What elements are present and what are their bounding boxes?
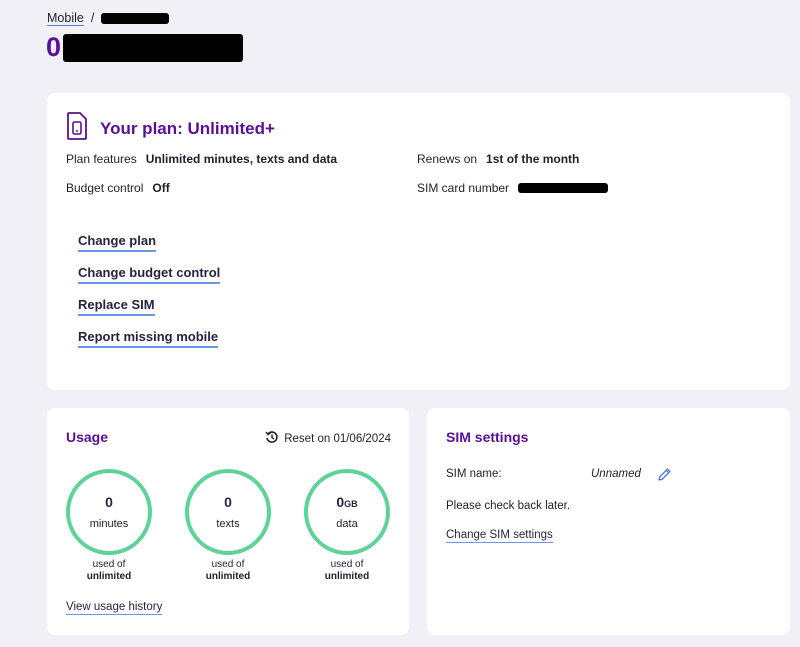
- budget-row: Budget control Off: [66, 181, 170, 195]
- minutes-value: 0: [105, 494, 113, 510]
- data-value: 0GB: [336, 494, 358, 510]
- sim-number-label: SIM card number: [417, 181, 510, 195]
- change-plan-link[interactable]: Change plan: [78, 233, 157, 252]
- texts-unit: texts: [216, 518, 240, 530]
- change-budget-control-link[interactable]: Change budget control: [78, 265, 221, 284]
- phone-icon: [66, 112, 88, 145]
- budget-label: Budget control: [66, 181, 144, 195]
- redacted-phone-number: [63, 33, 244, 62]
- sim-settings-card: SIM settings SIM name: Unnamed Please ch…: [427, 408, 790, 635]
- plan-features-label: Plan features: [66, 152, 137, 166]
- view-usage-history-link[interactable]: View usage history: [66, 601, 163, 615]
- data-unit: data: [336, 518, 358, 530]
- page-title: 0: [46, 32, 244, 63]
- plan-features-row: Plan features Unlimited minutes, texts a…: [66, 152, 337, 166]
- breadcrumb: Mobile /: [47, 11, 170, 25]
- texts-value: 0: [224, 494, 232, 510]
- reset-text: Reset on 01/06/2024: [284, 432, 391, 445]
- plan-header: Your plan: Unlimited+: [66, 112, 275, 145]
- reset-info: Reset on 01/06/2024: [265, 430, 391, 447]
- redacted-sim-number: [518, 183, 609, 193]
- sim-name-value: Unnamed: [591, 468, 641, 480]
- renews-label: Renews on: [417, 152, 478, 166]
- breadcrumb-separator: /: [90, 11, 95, 25]
- data-ring: 0GB data: [304, 469, 390, 555]
- history-icon: [265, 430, 279, 447]
- texts-ring: 0 texts: [185, 469, 271, 555]
- data-used-of: used of unlimited: [324, 559, 370, 582]
- change-sim-settings-link[interactable]: Change SIM settings: [446, 529, 553, 543]
- minutes-used-of: used of unlimited: [86, 559, 132, 582]
- minutes-ring: 0 minutes: [66, 469, 152, 555]
- plan-title: Your plan: Unlimited+: [100, 118, 275, 138]
- renews-row: Renews on 1st of the month: [417, 152, 579, 166]
- replace-sim-link[interactable]: Replace SIM: [78, 297, 155, 316]
- plan-features-value: Unlimited minutes, texts and data: [145, 152, 338, 166]
- minutes-unit: minutes: [89, 518, 129, 530]
- pencil-icon[interactable]: [657, 467, 672, 487]
- page-title-prefix: 0: [46, 32, 62, 62]
- breadcrumb-mobile-link[interactable]: Mobile: [47, 11, 84, 25]
- sim-name-label: SIM name:: [446, 468, 502, 480]
- sim-notice: Please check back later.: [446, 500, 571, 512]
- sim-number-row: SIM card number: [417, 181, 609, 195]
- report-missing-mobile-link[interactable]: Report missing mobile: [78, 329, 219, 348]
- redacted-breadcrumb: [101, 12, 170, 24]
- texts-used-of: used of unlimited: [205, 559, 251, 582]
- budget-value: Off: [152, 181, 170, 195]
- renews-value: 1st of the month: [486, 152, 580, 166]
- usage-title: Usage: [66, 429, 109, 445]
- usage-card: Usage Reset on 01/06/2024 0 minutes used…: [47, 408, 409, 635]
- plan-card: Your plan: Unlimited+ Plan features Unli…: [47, 93, 790, 390]
- sim-settings-title: SIM settings: [446, 429, 529, 445]
